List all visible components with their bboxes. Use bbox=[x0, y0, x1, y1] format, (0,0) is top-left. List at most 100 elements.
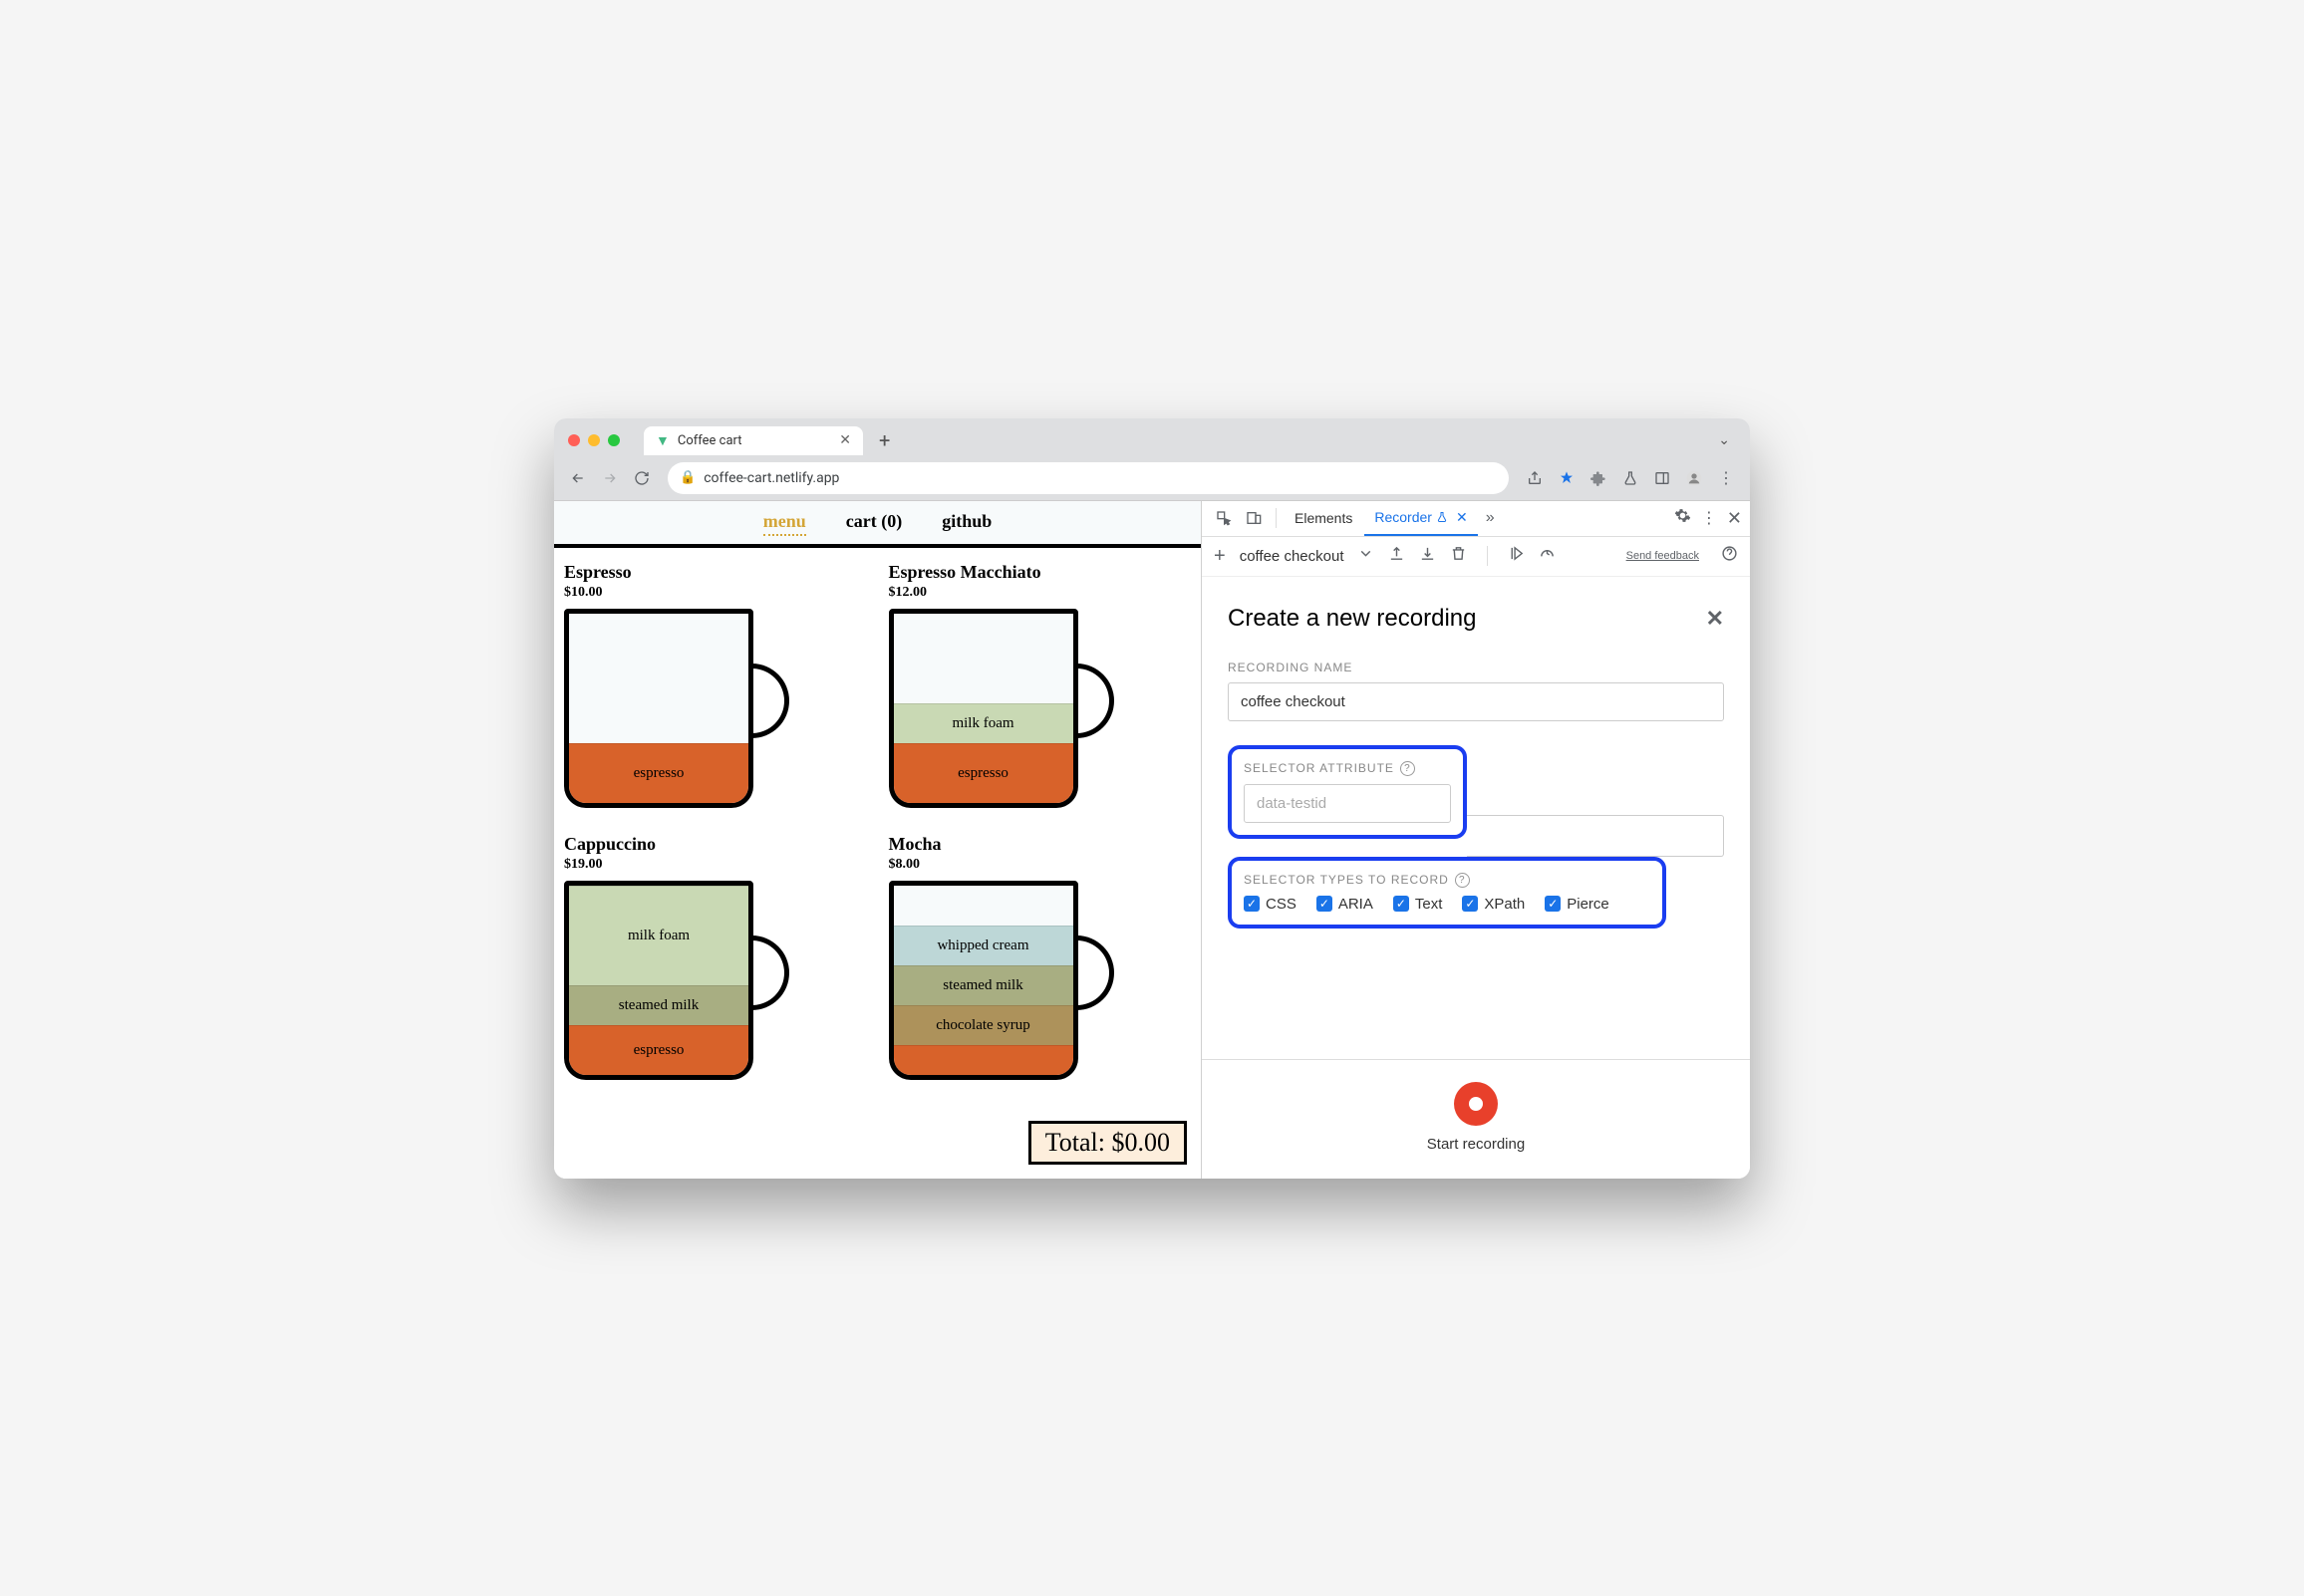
close-devtools-icon[interactable]: ✕ bbox=[1727, 508, 1742, 529]
item-name: Mocha bbox=[889, 834, 1192, 855]
address-bar[interactable]: 🔒 coffee-cart.netlify.app bbox=[668, 462, 1509, 494]
help-circle-icon[interactable]: ? bbox=[1455, 873, 1470, 888]
forward-button[interactable] bbox=[596, 464, 624, 492]
kebab-menu-icon[interactable]: ⋮ bbox=[1712, 464, 1740, 492]
url-text: coffee-cart.netlify.app bbox=[704, 470, 839, 486]
close-window-icon[interactable] bbox=[568, 434, 580, 446]
checkbox-pierce[interactable]: ✓Pierce bbox=[1545, 896, 1609, 913]
menu-item-espresso: Espresso $10.00 espresso bbox=[564, 562, 867, 818]
layer-espresso: espresso bbox=[894, 743, 1073, 803]
browser-window: ▼ Coffee cart ✕ + ⌄ 🔒 coffee-cart.netlif… bbox=[554, 418, 1750, 1179]
labs-icon[interactable] bbox=[1616, 464, 1644, 492]
selector-attribute-label: SELECTOR ATTRIBUTE ? bbox=[1244, 761, 1451, 776]
page-body: Espresso $10.00 espresso Espresso Macchi… bbox=[554, 544, 1201, 1179]
reload-button[interactable] bbox=[628, 464, 656, 492]
checkbox-label: CSS bbox=[1266, 896, 1296, 913]
layer-milkfoam: milk foam bbox=[894, 703, 1073, 743]
bookmark-star-icon[interactable] bbox=[1553, 464, 1581, 492]
coffee-cart-page: menu cart (0) github Espresso $10.00 esp… bbox=[554, 501, 1202, 1179]
performance-icon[interactable] bbox=[1539, 545, 1556, 567]
check-icon: ✓ bbox=[1316, 896, 1332, 912]
recording-name-input[interactable] bbox=[1228, 682, 1724, 721]
menu-item-cappuccino: Cappuccino $19.00 milk foam steamed milk… bbox=[564, 834, 867, 1090]
titlebar: ▼ Coffee cart ✕ + ⌄ bbox=[554, 418, 1750, 456]
maximize-window-icon[interactable] bbox=[608, 434, 620, 446]
checkbox-text[interactable]: ✓Text bbox=[1393, 896, 1443, 913]
recorder-toolbar: + coffee checkout Send feedback bbox=[1202, 537, 1750, 577]
checkbox-label: Pierce bbox=[1567, 896, 1609, 913]
selector-types-label: SELECTOR TYPES TO RECORD ? bbox=[1244, 873, 1650, 888]
share-button[interactable] bbox=[1521, 464, 1549, 492]
tab-elements[interactable]: Elements bbox=[1285, 502, 1362, 534]
selector-attribute-input[interactable] bbox=[1244, 784, 1451, 823]
layer-steamed: steamed milk bbox=[894, 965, 1073, 1005]
replay-icon[interactable] bbox=[1508, 545, 1525, 567]
browser-toolbar: 🔒 coffee-cart.netlify.app ⋮ bbox=[554, 456, 1750, 501]
send-feedback-link[interactable]: Send feedback bbox=[1626, 550, 1699, 562]
help-icon[interactable] bbox=[1721, 545, 1738, 567]
recording-dropdown[interactable]: coffee checkout bbox=[1240, 548, 1344, 565]
tab-title: Coffee cart bbox=[678, 433, 831, 448]
cup-mocha[interactable]: whipped cream steamed milk chocolate syr… bbox=[889, 881, 1118, 1090]
tab-recorder[interactable]: Recorder ✕ bbox=[1364, 501, 1477, 536]
selector-attribute-input-extension[interactable] bbox=[1467, 815, 1724, 857]
check-icon: ✓ bbox=[1462, 896, 1478, 912]
divider bbox=[1276, 508, 1277, 528]
traffic-lights bbox=[568, 434, 620, 446]
tabs-dropdown-icon[interactable]: ⌄ bbox=[1718, 432, 1736, 448]
cup-handle-icon bbox=[749, 935, 789, 1010]
cup-handle-icon bbox=[749, 664, 789, 738]
checkbox-aria[interactable]: ✓ ARIA bbox=[1316, 896, 1373, 913]
cup-macchiato[interactable]: milk foam espresso bbox=[889, 609, 1118, 818]
selector-types-highlight: SELECTOR TYPES TO RECORD ? ✓ CSS ✓ ARIA ✓T… bbox=[1228, 857, 1666, 929]
layer-whipped: whipped cream bbox=[894, 926, 1073, 965]
nav-menu[interactable]: menu bbox=[763, 511, 806, 536]
back-button[interactable] bbox=[564, 464, 592, 492]
cup-handle-icon bbox=[1074, 664, 1114, 738]
help-circle-icon[interactable]: ? bbox=[1400, 761, 1415, 776]
checkbox-css[interactable]: ✓ CSS bbox=[1244, 896, 1296, 913]
cup-cappuccino[interactable]: milk foam steamed milk espresso bbox=[564, 881, 793, 1090]
check-icon: ✓ bbox=[1244, 896, 1260, 912]
import-icon[interactable] bbox=[1419, 545, 1436, 567]
minimize-window-icon[interactable] bbox=[588, 434, 600, 446]
chevron-down-icon[interactable] bbox=[1357, 545, 1374, 567]
browser-tab[interactable]: ▼ Coffee cart ✕ bbox=[644, 426, 863, 455]
layer-espresso bbox=[894, 1045, 1073, 1075]
item-price: $10.00 bbox=[564, 585, 867, 601]
new-tab-button[interactable]: + bbox=[879, 428, 890, 452]
content-area: menu cart (0) github Espresso $10.00 esp… bbox=[554, 501, 1750, 1179]
close-panel-icon[interactable]: ✕ bbox=[1706, 606, 1724, 632]
inspect-element-icon[interactable] bbox=[1210, 510, 1238, 526]
cup-espresso[interactable]: espresso bbox=[564, 609, 793, 818]
menu-item-mocha: Mocha $8.00 whipped cream steamed milk c… bbox=[889, 834, 1192, 1090]
close-tab-icon[interactable]: ✕ bbox=[839, 432, 851, 448]
more-tabs-icon[interactable]: » bbox=[1480, 509, 1501, 527]
start-recording-label: Start recording bbox=[1427, 1136, 1525, 1153]
feedback-label: Send feedback bbox=[1626, 550, 1699, 562]
record-icon bbox=[1469, 1097, 1483, 1111]
start-recording-button[interactable] bbox=[1454, 1082, 1498, 1126]
profile-avatar-icon[interactable] bbox=[1680, 464, 1708, 492]
cart-total[interactable]: Total: $0.00 bbox=[1028, 1121, 1187, 1165]
devtools-tabbar: Elements Recorder ✕ » ⋮ ✕ bbox=[1202, 501, 1750, 537]
nav-cart[interactable]: cart (0) bbox=[846, 511, 902, 536]
device-toolbar-icon[interactable] bbox=[1240, 510, 1268, 526]
checkbox-xpath[interactable]: ✓XPath bbox=[1462, 896, 1525, 913]
settings-gear-icon[interactable] bbox=[1674, 507, 1691, 529]
side-panel-icon[interactable] bbox=[1648, 464, 1676, 492]
devtools-kebab-icon[interactable]: ⋮ bbox=[1701, 508, 1717, 528]
selector-attribute-highlight: SELECTOR ATTRIBUTE ? bbox=[1228, 745, 1467, 839]
item-name: Espresso Macchiato bbox=[889, 562, 1192, 583]
extensions-icon[interactable] bbox=[1584, 464, 1612, 492]
check-icon: ✓ bbox=[1393, 896, 1409, 912]
tab-recorder-label: Recorder bbox=[1374, 509, 1432, 525]
export-icon[interactable] bbox=[1388, 545, 1405, 567]
delete-icon[interactable] bbox=[1450, 545, 1467, 567]
flask-icon bbox=[1436, 511, 1448, 523]
close-tab-recorder-icon[interactable]: ✕ bbox=[1456, 509, 1468, 526]
new-recording-icon[interactable]: + bbox=[1214, 545, 1226, 568]
nav-github[interactable]: github bbox=[942, 511, 992, 536]
checkbox-label: ARIA bbox=[1338, 896, 1373, 913]
label-text: SELECTOR TYPES TO RECORD bbox=[1244, 873, 1449, 887]
